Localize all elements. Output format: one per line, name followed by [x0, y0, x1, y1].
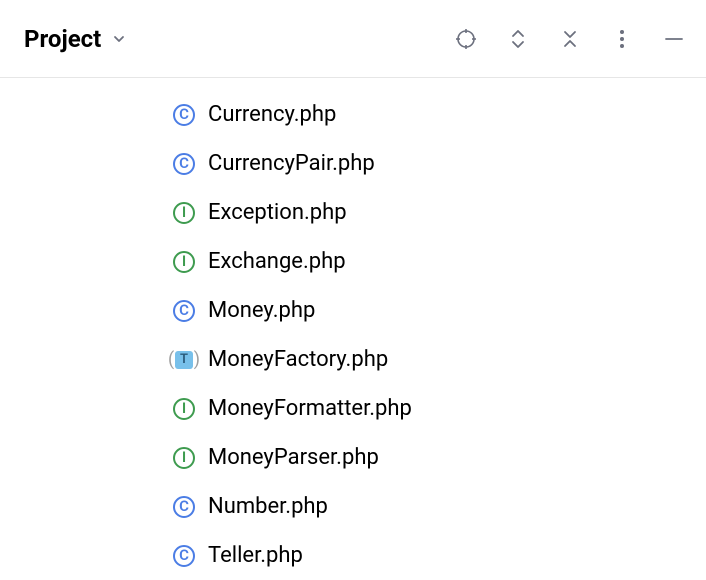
tree-item[interactable]: C Money.php	[0, 286, 706, 335]
more-options-icon[interactable]	[610, 27, 634, 51]
tree-item[interactable]: I Exception.php	[0, 188, 706, 237]
file-name: MoneyFormatter.php	[208, 396, 412, 421]
panel-title: Project	[24, 25, 101, 53]
class-icon: C	[172, 152, 196, 176]
file-name: Exchange.php	[208, 249, 346, 274]
trait-icon: (T)	[172, 348, 196, 372]
tree-item[interactable]: C Currency.php	[0, 90, 706, 139]
tree-item[interactable]: I Exchange.php	[0, 237, 706, 286]
class-icon: C	[172, 103, 196, 127]
class-icon: C	[172, 544, 196, 568]
interface-icon: I	[172, 446, 196, 470]
collapse-all-icon[interactable]	[558, 27, 582, 51]
tree-item[interactable]: I MoneyFormatter.php	[0, 384, 706, 433]
tree-item[interactable]: (T) MoneyFactory.php	[0, 335, 706, 384]
file-name: Number.php	[208, 494, 328, 519]
class-icon: C	[172, 495, 196, 519]
interface-icon: I	[172, 201, 196, 225]
minimize-icon[interactable]	[662, 27, 686, 51]
file-name: Money.php	[208, 298, 315, 323]
chevron-down-icon	[111, 31, 127, 47]
interface-icon: I	[172, 397, 196, 421]
file-name: Exception.php	[208, 200, 347, 225]
file-name: Currency.php	[208, 102, 336, 127]
tree-item[interactable]: I MoneyParser.php	[0, 433, 706, 482]
interface-icon: I	[172, 250, 196, 274]
project-selector[interactable]: Project	[24, 25, 127, 53]
locate-target-icon[interactable]	[454, 27, 478, 51]
toolbar-actions	[454, 27, 686, 51]
file-name: CurrencyPair.php	[208, 151, 375, 176]
tool-window-header: Project	[0, 0, 706, 78]
class-icon: C	[172, 299, 196, 323]
file-name: MoneyFactory.php	[208, 347, 388, 372]
expand-all-icon[interactable]	[506, 27, 530, 51]
file-name: Teller.php	[208, 543, 303, 568]
tree-item[interactable]: C Number.php	[0, 482, 706, 531]
tree-item[interactable]: C Teller.php	[0, 531, 706, 580]
file-tree: C Currency.php C CurrencyPair.php I Exception…	[0, 78, 706, 580]
tree-item[interactable]: C CurrencyPair.php	[0, 139, 706, 188]
file-name: MoneyParser.php	[208, 445, 379, 470]
